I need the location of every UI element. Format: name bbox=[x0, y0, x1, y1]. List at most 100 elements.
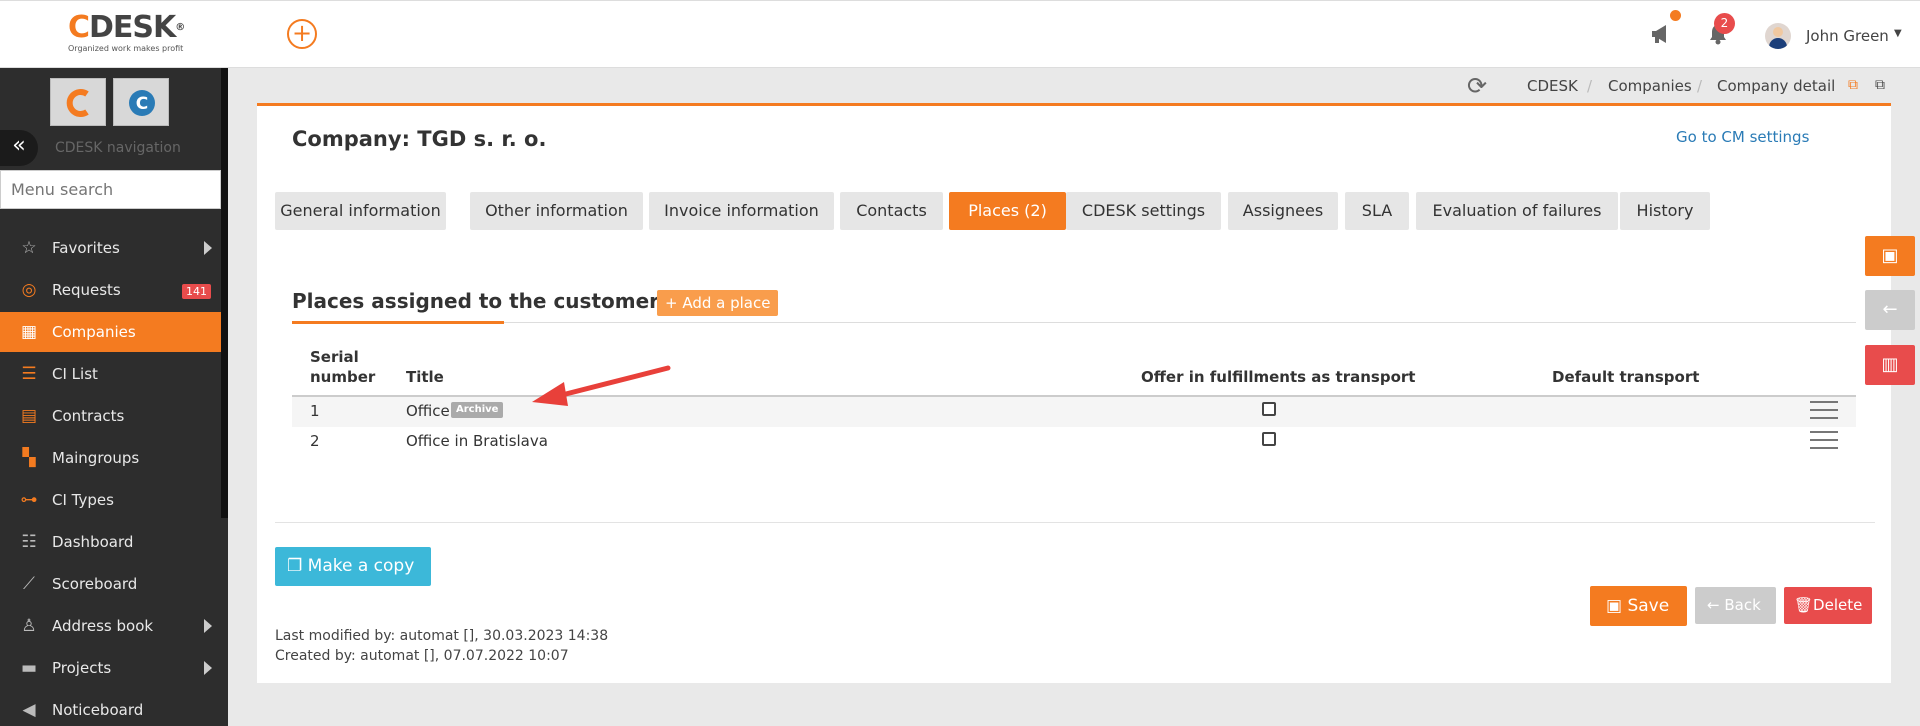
breadcrumb-companies[interactable]: Companies bbox=[1608, 77, 1692, 95]
contract-icon: ▤ bbox=[20, 406, 38, 426]
star-icon: ☆ bbox=[21, 238, 37, 258]
menu-search-input[interactable] bbox=[0, 170, 221, 209]
column-header-offer: Offer in fulfillments as transport bbox=[1141, 368, 1416, 386]
delete-button[interactable]: 🗑Delete bbox=[1784, 587, 1872, 624]
breadcrumb-cdesk[interactable]: CDESK bbox=[1527, 77, 1578, 95]
projects-icon: ▬ bbox=[20, 658, 38, 678]
tab-general-information[interactable]: General information bbox=[275, 192, 446, 230]
save-label: Save bbox=[1627, 596, 1670, 616]
offer-transport-checkbox[interactable] bbox=[1262, 432, 1276, 446]
sidebar-item-label: Maingroups bbox=[52, 449, 140, 467]
tab-contacts[interactable]: Contacts bbox=[840, 192, 943, 230]
last-modified-text: Last modified by: automat [], 30.03.2023… bbox=[275, 628, 609, 644]
user-name[interactable]: John Green bbox=[1806, 27, 1889, 45]
copy-label: Make a copy bbox=[307, 556, 415, 576]
refresh-icon[interactable]: ⟳ bbox=[1467, 72, 1487, 100]
add-place-button[interactable]: + Add a place bbox=[657, 290, 779, 316]
sidebar-item-favorites[interactable]: ☆ Favorites bbox=[0, 228, 221, 268]
sidebar-item-label: Noticeboard bbox=[52, 701, 144, 719]
user-icon: ♙ bbox=[21, 616, 37, 636]
tab-places[interactable]: Places (2) bbox=[949, 192, 1066, 230]
sidebar-item-label: Companies bbox=[52, 323, 136, 341]
trash-icon: ▥ bbox=[1881, 354, 1899, 375]
megaphone-icon: ◀ bbox=[22, 700, 36, 720]
row-title[interactable]: Office in Bratislava bbox=[406, 432, 548, 450]
list-icon: ☰ bbox=[21, 364, 37, 384]
tab-evaluation-of-failures[interactable]: Evaluation of failures bbox=[1416, 192, 1618, 230]
building-icon: ▦ bbox=[20, 322, 38, 342]
sidebar-scrollbar[interactable] bbox=[221, 68, 228, 518]
floating-save-button[interactable]: ▣ bbox=[1865, 236, 1915, 276]
open-new-window-icon[interactable]: ⧉ bbox=[1875, 77, 1885, 93]
chevron-right-icon bbox=[204, 661, 212, 675]
trash-icon: 🗑 bbox=[1794, 596, 1814, 614]
archive-badge: Archive bbox=[451, 402, 504, 418]
tab-history[interactable]: History bbox=[1620, 192, 1710, 230]
row-title[interactable]: Office bbox=[406, 402, 450, 420]
quick-add-button[interactable]: + bbox=[287, 19, 317, 49]
row-menu-icon[interactable] bbox=[1810, 401, 1838, 419]
offer-transport-checkbox[interactable] bbox=[1262, 402, 1276, 416]
sidebar-item-contracts[interactable]: ▤ Contracts bbox=[0, 396, 221, 436]
back-button[interactable]: ← Back bbox=[1695, 587, 1776, 624]
page-title: Company: TGD s. r. o. bbox=[292, 127, 547, 151]
app-tile-cdesk[interactable] bbox=[50, 78, 106, 126]
announcement-dot bbox=[1670, 10, 1681, 21]
save-button[interactable]: ▣ Save bbox=[1590, 586, 1687, 626]
breadcrumb-separator: / bbox=[1697, 77, 1703, 95]
created-text: Created by: automat [], 07.07.2022 10:07 bbox=[275, 648, 569, 664]
row-menu-icon[interactable] bbox=[1810, 431, 1838, 449]
breadcrumb-separator: / bbox=[1587, 77, 1593, 95]
chevron-down-icon[interactable]: ▼ bbox=[1894, 28, 1902, 39]
sidebar-item-label: Favorites bbox=[52, 239, 120, 257]
make-a-copy-button[interactable]: ❐ Make a copy bbox=[275, 547, 431, 586]
tab-other-information[interactable]: Other information bbox=[470, 192, 643, 230]
nav-label: CDESK navigation bbox=[55, 140, 181, 156]
copy-icon: ❐ bbox=[287, 556, 303, 576]
sidebar-item-label: Dashboard bbox=[52, 533, 134, 551]
sidebar-item-ci-types[interactable]: ⊶ CI Types bbox=[0, 480, 221, 520]
notification-count: 2 bbox=[1714, 13, 1735, 34]
sidebar-item-address-book[interactable]: ♙ Address book bbox=[0, 606, 221, 646]
sidebar: C « CDESK navigation ☆ Favorites ◎ Reque… bbox=[0, 68, 228, 726]
floppy-icon: ▣ bbox=[1881, 245, 1899, 266]
sidebar-item-dashboard[interactable]: ☷ Dashboard bbox=[0, 522, 221, 562]
tab-assignees[interactable]: Assignees bbox=[1228, 192, 1338, 230]
floating-back-button[interactable]: ← bbox=[1865, 290, 1915, 330]
tab-invoice-information[interactable]: Invoice information bbox=[649, 192, 834, 230]
column-header-default: Default transport bbox=[1552, 368, 1700, 386]
megaphone-icon[interactable] bbox=[1650, 23, 1674, 50]
annotation-arrow bbox=[532, 365, 671, 406]
logo-text: DESK bbox=[89, 10, 176, 45]
chevron-right-icon bbox=[204, 241, 212, 255]
cm-settings-link[interactable]: Go to CM settings bbox=[1676, 128, 1809, 146]
sidebar-item-label: Contracts bbox=[52, 407, 125, 425]
sidebar-item-ci-list[interactable]: ☰ CI List bbox=[0, 354, 221, 394]
sidebar-item-projects[interactable]: ▬ Projects bbox=[0, 648, 221, 688]
cdesk-logo[interactable]: CDESK® Organized work makes profit bbox=[68, 10, 185, 54]
chart-icon: ⟋ bbox=[23, 574, 35, 594]
tab-sla[interactable]: SLA bbox=[1345, 192, 1409, 230]
dashboard-icon: ☷ bbox=[21, 532, 37, 552]
sidebar-item-requests[interactable]: ◎ Requests 141 bbox=[0, 270, 221, 310]
sidebar-item-maingroups[interactable]: ▚ Maingroups bbox=[0, 438, 221, 478]
sidebar-item-noticeboard[interactable]: ◀ Noticeboard bbox=[0, 690, 221, 726]
tab-cdesk-settings[interactable]: CDESK settings bbox=[1066, 192, 1221, 230]
sidebar-item-companies[interactable]: ▦ Companies bbox=[0, 312, 221, 352]
floating-delete-button[interactable]: ▥ bbox=[1865, 345, 1915, 385]
column-header-serial: Serial bbox=[310, 348, 359, 366]
chevron-right-icon bbox=[204, 619, 212, 633]
column-header-title: Title bbox=[406, 368, 444, 386]
collapse-nav-icon[interactable]: « bbox=[0, 130, 38, 166]
avatar[interactable] bbox=[1765, 23, 1791, 49]
section-divider bbox=[292, 322, 1856, 323]
floppy-icon: ▣ bbox=[1606, 596, 1623, 616]
app-tile-secondary[interactable]: C bbox=[113, 78, 169, 126]
column-header-serial-2: number bbox=[310, 368, 376, 386]
external-link-icon[interactable]: ⧉ bbox=[1848, 77, 1858, 93]
requests-count-badge: 141 bbox=[182, 284, 211, 299]
add-place-label: Add a place bbox=[682, 294, 771, 312]
sidebar-item-label: CI List bbox=[52, 365, 98, 383]
arrow-left-icon: ← bbox=[1882, 299, 1898, 320]
sidebar-item-scoreboard[interactable]: ⟋ Scoreboard bbox=[0, 564, 221, 604]
